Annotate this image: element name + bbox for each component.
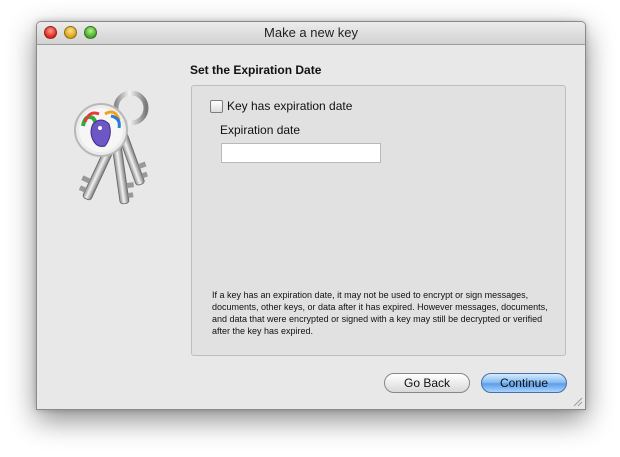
expiration-checkbox-row[interactable]: Key has expiration date bbox=[210, 99, 352, 113]
expiration-panel: Key has expiration date Expiration date … bbox=[191, 85, 566, 356]
dialog-window: Make a new key Set the Expiration Date K… bbox=[36, 21, 586, 410]
keys-icon bbox=[74, 90, 149, 205]
window-title: Make a new key bbox=[264, 25, 358, 40]
go-back-button[interactable]: Go Back bbox=[384, 373, 470, 393]
section-title: Set the Expiration Date bbox=[190, 63, 322, 77]
resize-grip-icon[interactable] bbox=[571, 395, 583, 407]
help-text: If a key has an expiration date, it may … bbox=[212, 290, 548, 336]
gnupg-logo-icon bbox=[74, 103, 128, 157]
expiration-date-field[interactable] bbox=[221, 143, 381, 163]
expiration-date-label: Expiration date bbox=[220, 123, 301, 137]
title-bar[interactable]: Make a new key bbox=[37, 22, 585, 45]
expiration-checkbox[interactable] bbox=[210, 99, 223, 113]
continue-button[interactable]: Continue bbox=[481, 373, 567, 393]
expiration-checkbox-label[interactable]: Key has expiration date bbox=[227, 99, 352, 113]
